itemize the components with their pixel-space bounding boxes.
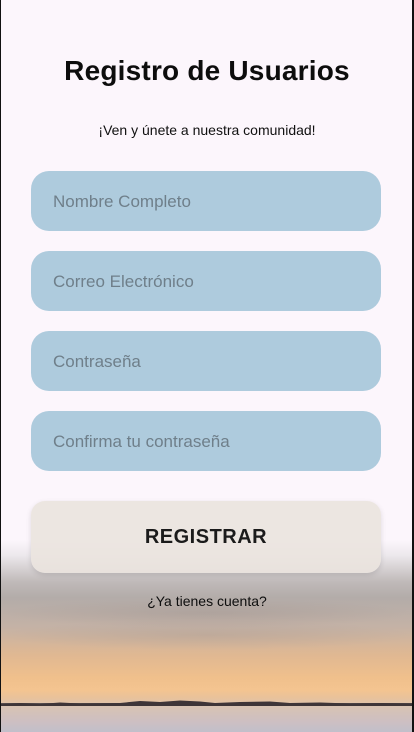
water-reflection (0, 706, 414, 732)
register-button[interactable]: REGISTRAR (31, 501, 381, 573)
page-subtitle: ¡Ven y únete a nuestra comunidad! (98, 122, 316, 138)
frame-edge (0, 0, 1, 732)
page-title: Registro de Usuarios (64, 55, 350, 86)
email-field[interactable] (31, 251, 381, 313)
confirm-password-input[interactable] (51, 411, 365, 473)
email-input[interactable] (51, 251, 365, 313)
registration-screen: Registro de Usuarios ¡Ven y únete a nues… (0, 0, 414, 732)
cloud-band (0, 620, 414, 650)
password-field[interactable] (31, 331, 381, 393)
full-name-field[interactable] (31, 171, 381, 233)
confirm-password-field[interactable] (31, 411, 381, 473)
password-input[interactable] (51, 331, 365, 393)
login-link[interactable]: ¿Ya tienes cuenta? (0, 593, 414, 609)
full-name-input[interactable] (51, 171, 365, 233)
